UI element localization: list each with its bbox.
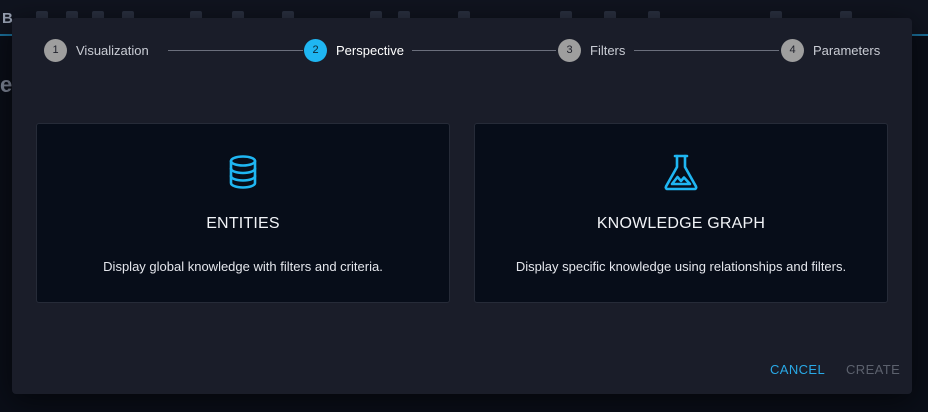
step-label: Perspective [336,42,404,58]
step-connector [168,50,303,51]
step-connector [412,50,556,51]
card-title: KNOWLEDGE GRAPH [596,215,766,232]
database-icon [229,155,257,189]
stepper: 1 Visualization 2 Perspective 3 Filters … [44,38,882,62]
background-letter: e [0,72,13,97]
step-perspective[interactable]: 2 Perspective [304,38,404,62]
perspective-card-entities[interactable]: ENTITIES Display global knowledge with f… [36,123,450,303]
step-number: 2 [304,38,327,62]
perspective-card-knowledge-graph[interactable]: KNOWLEDGE GRAPH Display specific knowled… [474,123,888,303]
step-number: 4 [781,38,804,62]
step-parameters[interactable]: 4 Parameters [781,38,880,62]
cancel-button[interactable]: CANCEL [770,362,825,377]
step-connector [634,50,779,51]
step-number: 1 [44,38,67,62]
step-filters[interactable]: 3 Filters [558,38,625,62]
flask-icon [664,154,698,191]
card-description: Display specific knowledge using relatio… [515,259,847,274]
step-label: Parameters [813,42,881,58]
step-number: 3 [558,38,581,62]
card-title: ENTITIES [206,215,280,232]
step-visualization[interactable]: 1 Visualization [44,38,149,62]
create-button[interactable]: CREATE [846,362,900,377]
card-description: Display global knowledge with filters an… [103,259,383,274]
create-widget-dialog: 1 Visualization 2 Perspective 3 Filters … [12,18,912,394]
step-label: Filters [590,42,626,58]
step-label: Visualization [76,42,149,58]
